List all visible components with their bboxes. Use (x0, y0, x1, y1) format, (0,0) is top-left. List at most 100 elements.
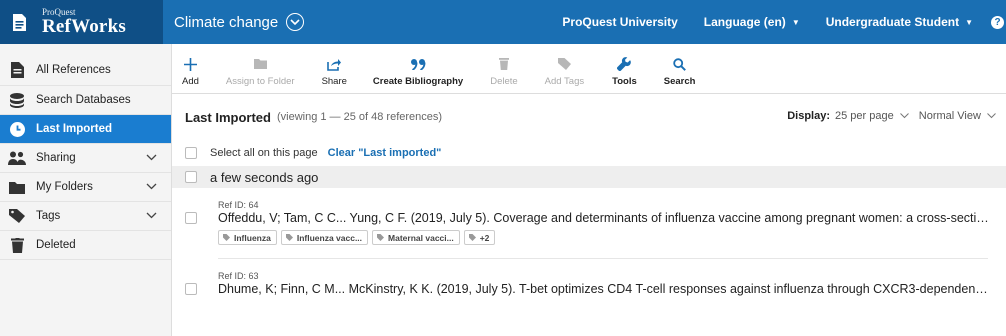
brand-small: ProQuest (42, 7, 76, 17)
sidebar: All References Search Databases Last Imp… (0, 44, 172, 336)
brand-name: RefWorks (42, 16, 126, 37)
quote-icon (410, 54, 426, 74)
chevron-down-icon (987, 110, 996, 122)
sidebar-item-sharing[interactable]: Sharing (0, 144, 171, 173)
reference-item[interactable]: Ref ID: 64 Offeddu, V; Tam, C C... Yung,… (172, 200, 1006, 246)
reference-checkbox[interactable] (185, 212, 197, 224)
add-tags-button[interactable]: Add Tags (545, 54, 584, 87)
toolbar: Add Assign to Folder Share Create Biblio… (172, 44, 1006, 94)
share-label: Share (321, 76, 347, 87)
tag-list: Influenza Influenza vacc... Maternal vac… (218, 230, 1006, 245)
sidebar-item-my-folders[interactable]: My Folders (0, 173, 171, 202)
reference-citation[interactable]: Dhume, K; Finn, C M... McKinstry, K K. (… (218, 282, 990, 296)
tag-chip[interactable]: Maternal vacci... (372, 230, 460, 245)
reference-id: Ref ID: 64 (218, 200, 259, 210)
language-menu[interactable]: Language (en) ▼ (704, 15, 800, 29)
tag-icon (285, 233, 293, 243)
sidebar-item-tags[interactable]: Tags (0, 202, 171, 231)
brand[interactable]: ProQuest RefWorks (0, 0, 163, 44)
caret-down-icon: ▼ (791, 17, 800, 27)
view-value: Normal View (918, 110, 981, 122)
sidebar-item-label: Deleted (36, 239, 76, 251)
tools-button[interactable]: Tools (612, 54, 637, 87)
select-all-row: Select all on this page Clear "Last impo… (172, 140, 1006, 166)
institution-link[interactable]: ProQuest University (562, 15, 677, 29)
reference-id: Ref ID: 63 (218, 271, 259, 281)
sidebar-item-search-databases[interactable]: Search Databases (0, 86, 171, 115)
delete-label: Delete (490, 76, 518, 87)
database-icon (8, 91, 26, 109)
sidebar-item-all-references[interactable]: All References (0, 44, 171, 86)
sidebar-item-label: My Folders (36, 181, 93, 193)
folder-icon (253, 54, 267, 74)
sidebar-item-last-imported[interactable]: Last Imported (0, 115, 171, 144)
chevron-down-icon[interactable] (146, 152, 157, 164)
clear-last-imported-link[interactable]: Clear "Last imported" (328, 147, 442, 159)
folder-icon (8, 178, 26, 196)
tag-label: Influenza vacc... (296, 232, 363, 243)
display-controls: Display: 25 per page Normal View (787, 110, 996, 122)
tag-chip[interactable]: Influenza vacc... (280, 230, 369, 245)
document-icon (8, 61, 26, 79)
help-icon[interactable]: ? (991, 15, 1004, 29)
project-name: Climate change (174, 13, 279, 31)
search-icon (673, 54, 687, 74)
chevron-down-icon[interactable] (146, 181, 157, 193)
plus-icon (183, 54, 197, 74)
divider (218, 258, 988, 259)
chevron-down-circle-icon[interactable] (286, 13, 305, 31)
wrench-icon (617, 54, 632, 74)
project-selector[interactable]: Climate change (174, 13, 305, 31)
trash-icon (498, 54, 509, 74)
add-label: Add (182, 76, 199, 87)
share-button[interactable]: Share (322, 54, 347, 87)
document-logo-icon (10, 11, 28, 33)
reference-checkbox[interactable] (185, 283, 197, 295)
share-icon (327, 54, 342, 74)
list-count: (viewing 1 — 25 of 48 references) (276, 111, 443, 123)
search-label: Search (663, 76, 696, 87)
sidebar-item-label: All References (36, 63, 111, 76)
chevron-down-icon (899, 110, 909, 122)
list-title: Last Imported (185, 109, 271, 125)
group-label: a few seconds ago (210, 169, 319, 185)
select-all-label: Select all on this page (210, 147, 318, 159)
more-tags-chip[interactable]: +2 (463, 230, 496, 245)
sidebar-item-label: Sharing (36, 152, 76, 164)
user-label: Undergraduate Student (825, 15, 960, 29)
reference-citation[interactable]: Offeddu, V; Tam, C C... Yung, C F. (2019… (218, 211, 990, 225)
add-button[interactable]: Add (182, 54, 199, 87)
assign-to-folder-button[interactable]: Assign to Folder (226, 54, 295, 87)
chevron-down-icon[interactable] (146, 210, 157, 222)
tag-icon (8, 207, 26, 225)
view-select[interactable]: Normal View (919, 110, 996, 122)
delete-button[interactable]: Delete (490, 54, 518, 87)
bibliography-label: Create Bibliography (372, 76, 464, 87)
language-label: Language (en) (703, 15, 786, 29)
caret-down-icon: ▼ (965, 17, 973, 27)
sidebar-item-label: Search Databases (36, 94, 131, 106)
group-checkbox[interactable] (185, 171, 197, 183)
search-button[interactable]: Search (663, 54, 696, 87)
select-all-checkbox[interactable] (185, 147, 197, 159)
trash-icon (8, 236, 26, 254)
top-bar: ProQuest RefWorks Climate change ProQues… (0, 0, 1006, 44)
people-icon (8, 149, 26, 167)
tag-icon (377, 233, 385, 243)
tag-label: Influenza (234, 232, 271, 243)
tag-icon (557, 54, 571, 74)
tag-chip[interactable]: Influenza (218, 230, 277, 245)
sidebar-item-label: Last Imported (36, 123, 113, 135)
tag-icon (468, 233, 476, 243)
add-tags-label: Add Tags (544, 76, 585, 87)
user-menu[interactable]: Undergraduate Student ▼ (826, 15, 973, 29)
assign-label: Assign to Folder (225, 76, 295, 87)
per-page-select[interactable]: 25 per page (835, 110, 909, 122)
reference-item[interactable]: Ref ID: 63 Dhume, K; Finn, C M... McKins… (172, 271, 1006, 301)
reference-list: Last Imported (viewing 1 — 25 of 48 refe… (172, 94, 1006, 336)
sidebar-item-deleted[interactable]: Deleted (0, 231, 171, 260)
clock-icon (8, 120, 26, 138)
list-header: Last Imported (viewing 1 — 25 of 48 refe… (172, 94, 1006, 140)
create-bibliography-button[interactable]: Create Bibliography (373, 54, 463, 87)
tools-label: Tools (612, 76, 637, 87)
